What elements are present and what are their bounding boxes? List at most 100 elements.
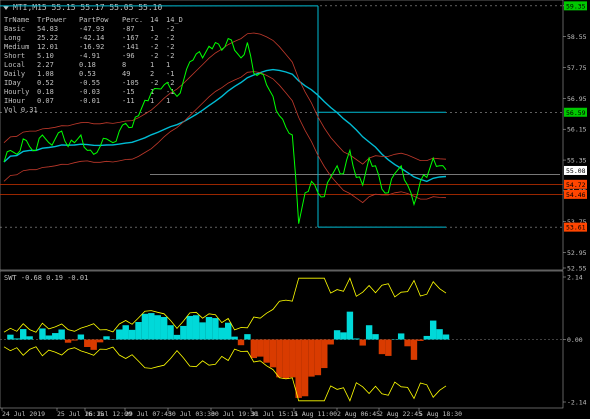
table-cell: 1 [166,97,170,105]
osc-bar [327,339,334,345]
osc-bar [58,329,65,340]
osc-bar [353,338,360,340]
table-cell: 1 [150,61,154,69]
table-header-cell: PartPow [79,16,109,24]
osc-bar [359,339,366,346]
table-cell: -2 [166,43,174,51]
table-cell: -42.14 [79,34,104,42]
table-header-cell: TrName [4,16,29,24]
y-tick-label: 57.75 [567,64,587,72]
osc-bar [257,339,264,357]
osc-bar [429,320,437,340]
table-cell: 2 [150,70,154,78]
table-cell: 0.18 [37,88,54,96]
table-header-cell: 14 [150,16,158,24]
price-label: 53.61 [566,224,586,232]
y-tick-label: 56.95 [567,95,587,103]
table-cell: Local [4,61,25,69]
table-cell: -0.55 [79,79,100,87]
x-tick-label: 2 Aug 22:45 [379,410,422,418]
table-cell: -1 [166,70,174,78]
osc-bar [365,325,373,340]
table-cell: IHour [4,97,25,105]
osc-bar [250,339,258,359]
osc-bar [436,329,443,340]
x-tick-label: 30 Jul 03:30 [168,410,215,418]
osc-bar [7,334,14,340]
osc-bar [282,339,290,379]
osc-bar [90,339,97,350]
table-cell: -87 [122,25,135,33]
y-axis: 59.3558.5557.7556.9556.1555.3554.5553.75… [563,2,587,273]
osc-bar [340,332,347,340]
x-tick-label: 31 Jul 15:15 [251,410,298,418]
table-cell: 5.10 [37,52,54,60]
osc-bar [135,322,142,340]
table-cell: -105 [122,79,139,87]
osc-bar [128,329,136,340]
osc-bar [385,339,392,356]
osc-bar [295,339,302,398]
price-label: 55.08 [566,167,586,175]
osc-bar [205,317,213,340]
price-label: 54.72 [566,181,586,189]
osc-bar [71,339,78,341]
table-cell: 0.52 [37,79,54,87]
x-tick-label: 5 Aug 18:30 [419,410,462,418]
table-cell: -16.92 [79,43,104,51]
y-tick-label: 52.95 [567,249,587,257]
table-cell: 0.18 [79,61,96,69]
price-label: 56.59 [566,109,586,117]
osc-bar [199,322,206,340]
osc-bar [96,339,104,343]
price-label: 59.35 [566,2,586,10]
table-cell: -2 [166,25,174,33]
indicator-header: SWT -0.68 0.19 -0.01 [4,274,88,282]
osc-bar [225,322,232,340]
table-cell: -0.01 [79,97,100,105]
x-tick-label: 1 Aug 11:00 [294,410,337,418]
osc-bar [154,315,161,340]
y-tick-label: 2.14 [567,274,583,282]
y-tick-label: 52.55 [567,265,587,273]
osc-bar [244,334,251,340]
x-axis: 24 Jul 2019 25 Jul 16:1526 Jul 12:0029 Ju… [1,408,462,418]
table-cell: 2.27 [37,61,54,69]
osc-bar [301,339,309,397]
table-cell: 0.53 [79,70,96,78]
table-header-cell: Perc. [122,16,143,24]
osc-bar [218,327,225,340]
table-cell: 1 [150,25,154,33]
y-axis-oscillator: 2.14 0.00 -2.14 [563,274,587,407]
dropdown-icon[interactable] [3,6,9,10]
table-cell: -141 [122,43,139,51]
osc-bar [45,335,53,340]
table-cell: 0.07 [37,97,54,105]
osc-bar [84,339,91,347]
table-cell: -11 [122,97,135,105]
osc-bar [276,339,283,378]
osc-bar [116,329,123,340]
table-cell: Medium [4,43,29,51]
osc-bar [378,339,386,355]
oscillator-panel [0,277,563,402]
osc-bar [237,339,245,346]
osc-bar [423,335,430,340]
osc-bar [346,311,354,340]
price-series [3,37,447,224]
table-cell: Daily [4,70,25,78]
table-cell: IDay [4,79,21,87]
table-cell: Long [4,34,21,42]
table-cell: Basic [4,25,25,33]
table-cell: -2 [150,52,158,60]
osc-bar [141,313,149,340]
osc-bar [269,339,277,368]
osc-bar [308,339,315,377]
table-cell: 49 [122,70,130,78]
osc-bar [77,334,85,340]
osc-bar [397,333,405,340]
osc-bar [64,339,72,343]
osc-bar [167,325,174,340]
table-cell: -2 [166,34,174,42]
table-cell: -2 [166,52,174,60]
